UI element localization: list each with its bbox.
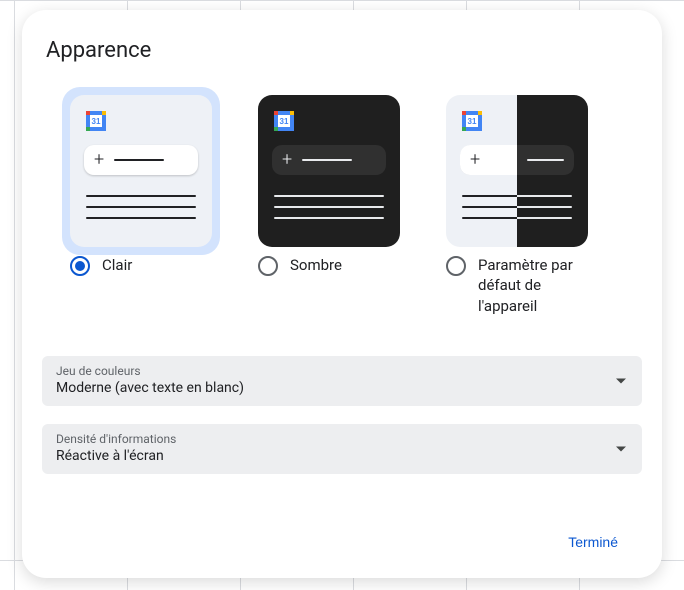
radio-device[interactable] [446, 256, 466, 276]
color-scheme-label: Jeu de couleurs [56, 364, 628, 378]
density-label: Densité d'informations [56, 432, 628, 446]
svg-text:31: 31 [92, 117, 101, 126]
create-pill: + [84, 145, 198, 175]
plus-icon: + [94, 151, 104, 169]
done-button[interactable]: Terminé [556, 526, 630, 558]
radio-label-device: Paramètre par défaut de l'appareil [478, 255, 598, 316]
radio-label-dark: Sombre [290, 255, 342, 275]
preview-lines [460, 195, 574, 219]
color-scheme-select[interactable]: Jeu de couleurs Moderne (avec texte en b… [42, 356, 642, 406]
plus-icon: + [282, 151, 292, 169]
chevron-down-icon [616, 446, 626, 451]
create-pill: + [460, 145, 574, 175]
svg-text:31: 31 [280, 117, 289, 126]
chevron-down-icon [616, 378, 626, 383]
theme-option-light[interactable]: 31 + Clair [62, 87, 220, 316]
theme-preview-light: 31 + [70, 95, 212, 247]
theme-preview-device: 31 + [446, 95, 588, 247]
radio-light[interactable] [70, 256, 90, 276]
preview-lines [84, 195, 198, 219]
plus-icon: + [470, 151, 480, 169]
theme-preview-dark: 31 + [258, 95, 400, 247]
color-scheme-value: Moderne (avec texte en blanc) [56, 380, 628, 396]
density-select[interactable]: Densité d'informations Réactive à l'écra… [42, 424, 642, 474]
create-pill: + [272, 145, 386, 175]
appearance-dialog: Apparence 31 + [22, 10, 662, 578]
radio-label-light: Clair [102, 255, 132, 275]
dialog-footer: Terminé [42, 526, 642, 558]
density-value: Réactive à l'écran [56, 448, 628, 464]
svg-text:31: 31 [468, 117, 477, 126]
calendar-icon: 31 [272, 109, 296, 133]
calendar-icon: 31 [460, 109, 484, 133]
theme-options-row: 31 + Clair [62, 87, 642, 316]
calendar-icon: 31 [84, 109, 108, 133]
theme-option-device[interactable]: 31 + Paramètre par défaut de l'appareil [438, 87, 598, 316]
radio-dark[interactable] [258, 256, 278, 276]
preview-lines [272, 195, 386, 219]
theme-option-dark[interactable]: 31 + Sombre [250, 87, 408, 316]
dialog-title: Apparence [46, 38, 642, 63]
